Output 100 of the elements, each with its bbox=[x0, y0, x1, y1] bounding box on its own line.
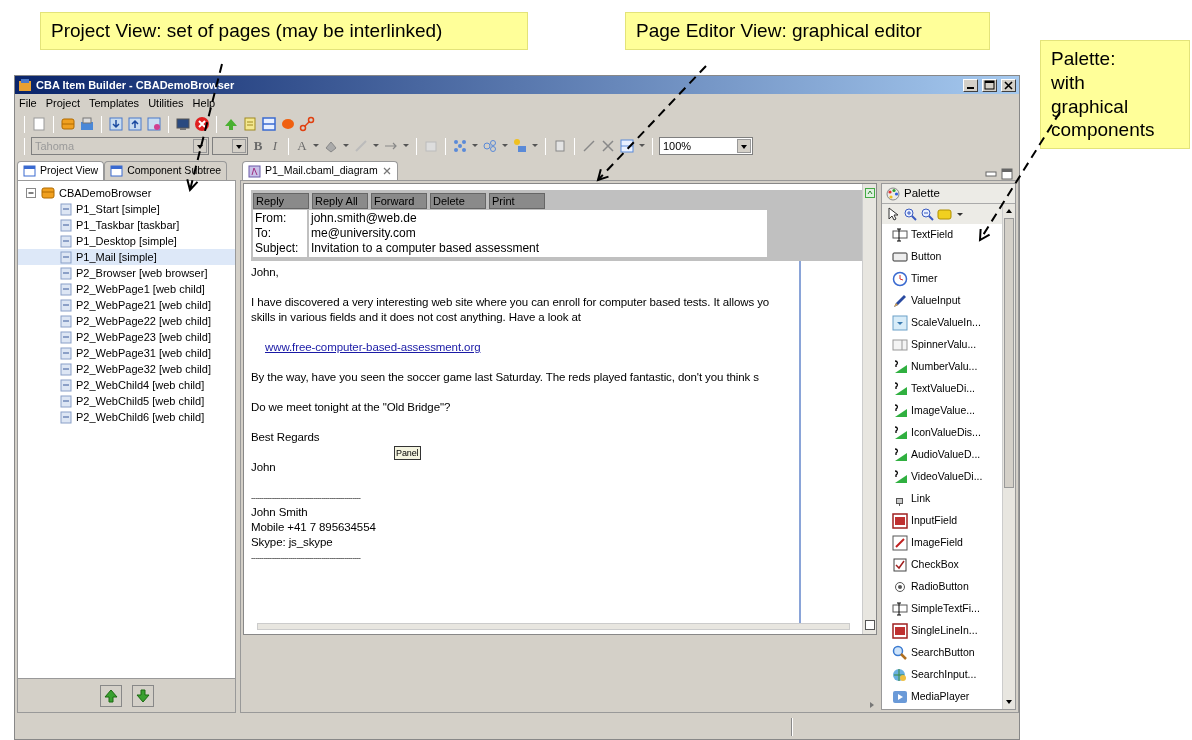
palette-item[interactable]: IconValueDis... bbox=[882, 422, 1002, 444]
slash-icon[interactable] bbox=[581, 138, 597, 154]
palette-item[interactable]: Timer bbox=[882, 268, 1002, 290]
tree-item[interactable]: P2_WebPage21 [web child] bbox=[18, 297, 235, 313]
view-tab[interactable]: Project View bbox=[17, 161, 105, 180]
ellipse-icon[interactable] bbox=[280, 116, 296, 132]
link[interactable]: www.free-computer-based-assessment.org bbox=[265, 341, 481, 353]
arrange-icon[interactable] bbox=[452, 138, 468, 154]
zoom-out-icon[interactable] bbox=[920, 207, 934, 221]
tree-item[interactable]: P2_WebPage22 [web child] bbox=[18, 313, 235, 329]
horizontal-scrollbar[interactable] bbox=[257, 623, 850, 630]
close-button[interactable] bbox=[1001, 78, 1016, 92]
align-icon[interactable] bbox=[482, 138, 498, 154]
palette-item[interactable]: CheckBox bbox=[882, 554, 1002, 576]
input-field-icon bbox=[892, 623, 908, 639]
export-icon[interactable] bbox=[127, 116, 143, 132]
zoom-in-icon[interactable] bbox=[903, 207, 917, 221]
tree-item[interactable]: P2_WebPage1 [web child] bbox=[18, 281, 235, 297]
tree-item[interactable]: P2_WebChild5 [web child] bbox=[18, 393, 235, 409]
vertical-scrollbar[interactable] bbox=[862, 184, 876, 634]
collapse-icon[interactable] bbox=[26, 187, 37, 199]
connector-icon[interactable] bbox=[299, 116, 315, 132]
format-button[interactable]: B bbox=[251, 136, 265, 156]
palette-item[interactable]: SearchButton bbox=[882, 642, 1002, 664]
palette-title: Palette bbox=[904, 185, 940, 201]
palette-item[interactable]: TextValueDi... bbox=[882, 378, 1002, 400]
palette-item[interactable]: ImageValue... bbox=[882, 400, 1002, 422]
tree-item[interactable]: P1_Mail [simple] bbox=[18, 249, 235, 265]
tree-item[interactable]: P2_WebChild6 [web child] bbox=[18, 409, 235, 425]
menu-item[interactable]: Project bbox=[45, 95, 80, 112]
line-color-icon[interactable] bbox=[353, 138, 369, 154]
palette-item[interactable]: SingleLineIn... bbox=[882, 620, 1002, 642]
format-button[interactable]: I bbox=[268, 136, 282, 156]
stop-icon[interactable] bbox=[194, 116, 210, 132]
menu-item[interactable]: Templates bbox=[89, 95, 140, 112]
monitor-icon[interactable] bbox=[175, 116, 191, 132]
tree-item[interactable]: P1_Desktop [simple] bbox=[18, 233, 235, 249]
link-icon bbox=[896, 498, 903, 506]
tree-item[interactable]: CBADemoBrowser bbox=[18, 185, 235, 201]
mail-button[interactable]: Print bbox=[489, 193, 545, 209]
page-icon bbox=[60, 410, 72, 424]
maximize-button[interactable] bbox=[982, 78, 997, 92]
preview-icon[interactable] bbox=[146, 116, 162, 132]
palette-scrollbar[interactable] bbox=[1002, 204, 1015, 709]
palette-item[interactable]: SpinnerValu... bbox=[882, 334, 1002, 356]
palette-item[interactable]: MediaPlayer bbox=[882, 686, 1002, 708]
new-page-icon[interactable] bbox=[31, 116, 47, 132]
palette-item[interactable]: ScaleValueIn... bbox=[882, 312, 1002, 334]
move-up-button[interactable] bbox=[99, 684, 122, 707]
panel-icon[interactable] bbox=[261, 116, 277, 132]
panel-label: Panel bbox=[394, 446, 421, 460]
menu-item[interactable]: File bbox=[19, 95, 37, 112]
tree-item[interactable]: P2_Browser [web browser] bbox=[18, 265, 235, 281]
tree-item[interactable]: P2_WebPage31 [web child] bbox=[18, 345, 235, 361]
drive-icon[interactable] bbox=[79, 116, 95, 132]
move-down-button[interactable] bbox=[131, 684, 154, 707]
mail-button[interactable]: Reply bbox=[253, 193, 309, 209]
palette-item[interactable]: VideoValueDi... bbox=[882, 466, 1002, 488]
palette-item[interactable]: Link bbox=[882, 488, 1002, 510]
editor-tab[interactable]: P1_Mail.cbaml_diagram bbox=[242, 161, 398, 180]
callout-note: Page Editor View: graphical editor bbox=[625, 12, 990, 50]
layout-icon[interactable] bbox=[619, 138, 635, 154]
tree-item[interactable]: P2_WebPage23 [web child] bbox=[18, 329, 235, 345]
close-icon[interactable] bbox=[381, 166, 392, 176]
palette-item[interactable]: SearchInput... bbox=[882, 664, 1002, 686]
palette-item[interactable]: SimpleTextFi... bbox=[882, 598, 1002, 620]
palette-item[interactable]: TextField bbox=[882, 224, 1002, 246]
app-icon bbox=[18, 78, 32, 92]
zoom-combo[interactable]: 100% bbox=[659, 137, 753, 155]
page-icon bbox=[60, 298, 72, 312]
palette-item[interactable]: AudioValueD... bbox=[882, 444, 1002, 466]
maximize-icon[interactable] bbox=[1001, 168, 1013, 180]
database-icon[interactable] bbox=[60, 116, 76, 132]
format-button[interactable]: A bbox=[295, 136, 309, 156]
import-icon[interactable] bbox=[108, 116, 124, 132]
callout-note: Project View: set of pages (may be interlinked) bbox=[40, 12, 528, 50]
notepad-icon[interactable] bbox=[242, 116, 258, 132]
body-text: John, bbox=[251, 265, 280, 280]
palette-item[interactable]: InputField bbox=[882, 510, 1002, 532]
pointer-tool-icon[interactable] bbox=[886, 206, 900, 222]
minimize-button[interactable] bbox=[963, 78, 978, 92]
tree-item[interactable]: P1_Taskbar [taskbar] bbox=[18, 217, 235, 233]
size-combo[interactable] bbox=[212, 137, 248, 155]
palette-item[interactable]: ValueInput bbox=[882, 290, 1002, 312]
mail-button[interactable]: Forward bbox=[371, 193, 427, 209]
value-display-icon bbox=[892, 469, 908, 485]
tree-item[interactable]: P2_WebChild4 [web child] bbox=[18, 377, 235, 393]
menu-item[interactable]: Utilities bbox=[148, 95, 184, 112]
mail-button[interactable]: Delete bbox=[430, 193, 486, 209]
distribute-icon[interactable] bbox=[512, 138, 528, 154]
palette-item[interactable]: RadioButton bbox=[882, 576, 1002, 598]
tree-item[interactable]: P1_Start [simple] bbox=[18, 201, 235, 217]
tree-item[interactable]: P2_WebPage32 [web child] bbox=[18, 361, 235, 377]
palette-item[interactable]: Button bbox=[882, 246, 1002, 268]
minimize-icon[interactable] bbox=[985, 169, 997, 179]
menu-item[interactable]: Help bbox=[192, 95, 216, 112]
palette-item[interactable]: NumberValu... bbox=[882, 356, 1002, 378]
mail-button[interactable]: Reply All bbox=[312, 193, 368, 209]
palette-item[interactable]: ImageField bbox=[882, 532, 1002, 554]
select-icon[interactable] bbox=[552, 138, 568, 154]
